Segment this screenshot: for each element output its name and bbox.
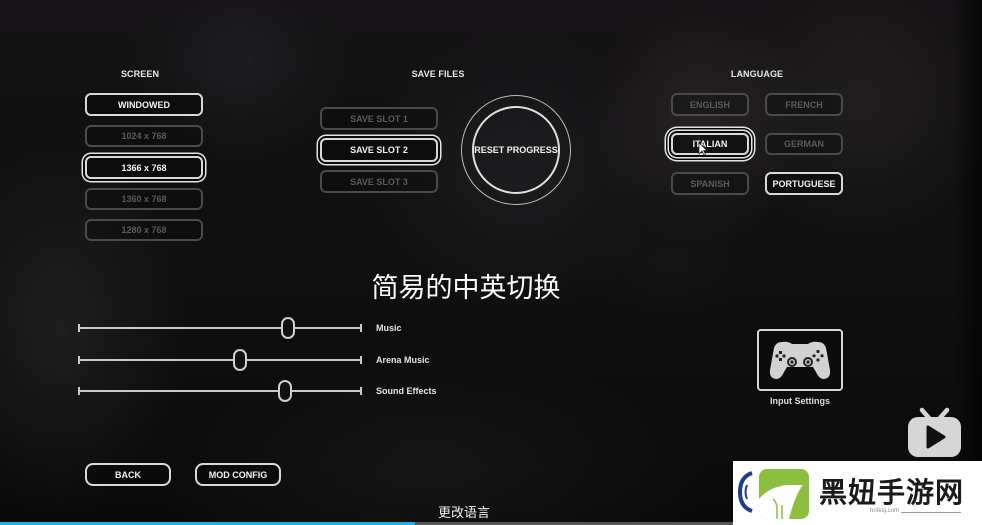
language-italian-button[interactable]: ITALIAN <box>671 133 749 155</box>
slider-max-cap <box>360 356 362 364</box>
sound-effects-volume-slider[interactable] <box>78 380 362 402</box>
screen-header: SCREEN <box>120 69 160 79</box>
resolution-1366-button[interactable]: 1366 x 768 <box>85 156 203 179</box>
watermark-divider <box>901 512 961 513</box>
bilibili-tv-icon[interactable] <box>906 407 963 459</box>
resolution-1024-button[interactable]: 1024 x 768 <box>85 125 203 147</box>
resolution-1280-button[interactable]: 1280 x 768 <box>85 219 203 241</box>
slider-min-cap <box>78 356 80 364</box>
slider-min-cap <box>78 387 80 395</box>
mouse-cursor-icon <box>698 142 708 156</box>
slider-max-cap <box>360 324 362 332</box>
watermark-site-name: 黑妞手游网 <box>819 476 965 509</box>
screen-windowed-button[interactable]: WINDOWED <box>85 93 203 116</box>
watermark-leaf-logo-icon <box>759 469 809 519</box>
language-header: LANGUAGE <box>730 69 784 79</box>
resolution-1360-button[interactable]: 1360 x 768 <box>85 188 203 210</box>
input-settings-label: Input Settings <box>770 396 830 406</box>
slider-track <box>78 327 362 329</box>
language-french-button[interactable]: FRENCH <box>765 93 843 116</box>
slider-thumb[interactable] <box>278 380 293 402</box>
save-slot-1-button[interactable]: SAVE SLOT 1 <box>320 107 438 130</box>
arena-music-label: Arena Music <box>376 355 430 365</box>
slider-thumb[interactable] <box>232 349 247 371</box>
watermark-c-logo-icon <box>738 471 753 513</box>
caption-title: 简易的中英切换 <box>371 273 561 304</box>
arena-music-volume-slider[interactable] <box>78 349 362 371</box>
watermark-url: hnfesj.com <box>870 508 900 514</box>
gamepad-icon <box>769 341 831 379</box>
video-subtitle: 更改语言 <box>437 506 491 521</box>
reset-progress-button[interactable]: RESET PROGRESS <box>472 106 560 194</box>
language-german-button[interactable]: GERMAN <box>765 133 843 155</box>
slider-max-cap <box>360 387 362 395</box>
watermark-banner: 黑妞手游网 hnfesj.com <box>733 461 982 525</box>
save-files-header: SAVE FILES <box>411 69 465 79</box>
save-slot-2-button[interactable]: SAVE SLOT 2 <box>320 138 438 162</box>
music-volume-slider[interactable] <box>78 317 362 339</box>
slider-track <box>78 359 362 361</box>
slider-thumb[interactable] <box>281 317 296 339</box>
language-english-button[interactable]: ENGLISH <box>671 93 749 116</box>
music-label: Music <box>376 323 402 333</box>
sound-effects-label: Sound Effects <box>376 386 437 396</box>
input-settings-button[interactable] <box>757 329 843 391</box>
slider-min-cap <box>78 324 80 332</box>
save-slot-3-button[interactable]: SAVE SLOT 3 <box>320 170 438 193</box>
back-button[interactable]: BACK <box>85 463 171 486</box>
slider-track <box>78 390 362 392</box>
language-portuguese-button[interactable]: PORTUGUESE <box>765 172 843 195</box>
mod-config-button[interactable]: MOD CONFIG <box>195 463 281 486</box>
language-spanish-button[interactable]: SPANISH <box>671 172 749 195</box>
